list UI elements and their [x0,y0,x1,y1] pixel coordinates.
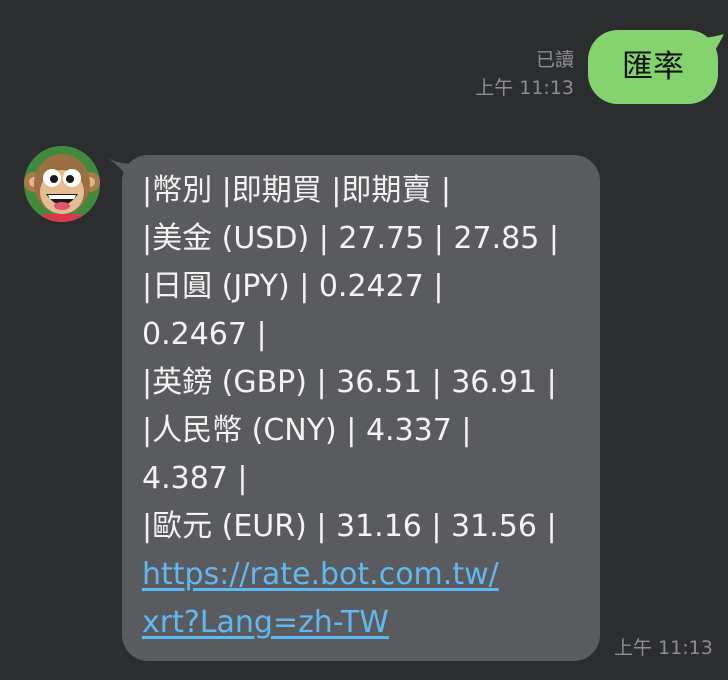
read-status: 已讀 [535,49,574,71]
message-line: |英鎊 (GBP) | 36.51 | 36.91 | [142,365,557,400]
outgoing-meta: 已讀 上午 11:13 [475,46,574,102]
incoming-message-bubble[interactable]: |幣別 |即期買 |即期賣 | |美金 (USD) | 27.75 | 27.8… [122,155,600,661]
monkey-avatar-icon [24,146,100,222]
message-line: |美金 (USD) | 27.75 | 27.85 | [142,221,559,256]
message-line: |日圓 (JPY) | 0.2427 | [142,269,444,304]
rate-link[interactable]: https://rate.bot.com.tw/ xrt?Lang=zh-TW [142,551,580,647]
message-line: |幣別 |即期買 |即期賣 | [142,173,452,208]
message-line: |歐元 (EUR) | 31.16 | 31.56 | [142,509,557,544]
chat-view: 已讀 上午 11:13 匯率 |幣別 |即期買 |即期賣 | |美金 (USD)… [0,0,728,680]
incoming-timestamp: 上午 11:13 [614,637,713,659]
contact-avatar[interactable] [24,146,100,222]
rate-link-line: xrt?Lang=zh-TW [142,605,389,640]
outgoing-message-bubble[interactable]: 匯率 [588,30,718,104]
outgoing-message-text: 匯率 [622,49,684,85]
message-line: 4.387 | [142,461,248,496]
outgoing-timestamp: 上午 11:13 [475,77,574,99]
rate-link-line: https://rate.bot.com.tw/ [142,557,499,592]
message-line: 0.2467 | [142,317,267,352]
message-line: |人民幣 (CNY) | 4.337 | [142,413,472,448]
